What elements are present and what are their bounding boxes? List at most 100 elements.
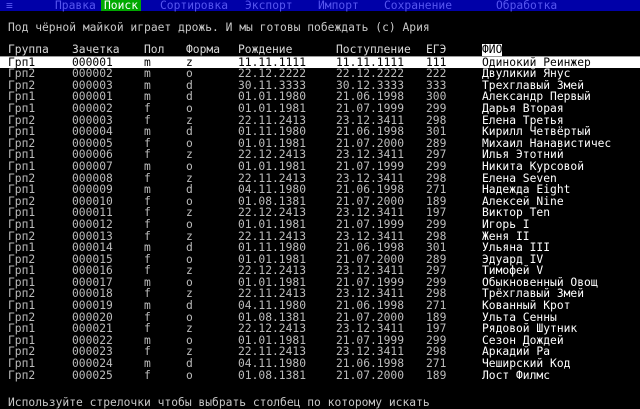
header-enrollment[interactable]: Поступление	[336, 44, 411, 56]
cell-form: o	[186, 368, 193, 382]
cell-group: Грп1	[8, 241, 36, 255]
cell-enrollment: 21.07.1999	[336, 217, 405, 231]
cell-name: Кирилл Четвёртый	[482, 125, 591, 139]
cell-name: Чеширский Код	[482, 357, 571, 371]
cell-form: d	[186, 125, 193, 139]
cell-exam: 301	[426, 125, 447, 139]
table-row[interactable]: Грп1 000014 m d 01.11.1980 21.06.1998 301 Ульян…	[0, 242, 640, 254]
student-table: Группа Зачетка Пол Форма Рождение Поступ…	[0, 44, 640, 381]
cell-exam: 189	[426, 368, 447, 382]
table-row[interactable]: Грп1 000007 m o 01.01.1981 21.07.1999 299 Никит…	[0, 161, 640, 173]
cell-record: 000025	[72, 368, 113, 382]
cell-sex: f	[144, 101, 151, 115]
cell-sex: m	[144, 299, 151, 313]
table-row[interactable]: Грп1 000024 m d 04.11.1980 21.06.1998 271 Чешир…	[0, 358, 640, 370]
header-group[interactable]: Группа	[8, 44, 49, 56]
cell-name: Игорь I	[482, 217, 530, 231]
table-body: Грп1 000001 m z 11.11.1111 11.11.1111 111 Одино…	[0, 56, 640, 382]
menu-item-search[interactable]: Поиск	[101, 0, 142, 11]
table-row[interactable]: Грп1 000002 f o 01.01.1981 21.07.1999 299 Дарья…	[0, 103, 640, 115]
cell-form: d	[186, 299, 193, 313]
menu-bar: ≡ Правка Поиск Сортировка Экспорт Импорт…	[0, 0, 640, 11]
cell-form: o	[186, 101, 193, 115]
menu-item-process[interactable]: Обработка	[496, 0, 557, 11]
table-row[interactable]: Грп1 000019 m d 04.11.1980 21.06.1998 271 Кован…	[0, 300, 640, 312]
cell-enrollment: 21.07.1999	[336, 101, 405, 115]
banner-quote: Под чёрной майкой играет дрожь. И мы гот…	[8, 21, 430, 34]
table-header: Группа Зачетка Пол Форма Рождение Поступ…	[0, 44, 640, 57]
cell-enrollment: 21.06.1998	[336, 357, 405, 371]
table-row[interactable]: Грп1 000004 m d 01.11.1980 21.06.1998 301 Кирил…	[0, 126, 640, 138]
cell-group: Грп1	[8, 217, 36, 231]
header-sex[interactable]: Пол	[144, 44, 164, 56]
cell-name: Никита Курсовой	[482, 159, 585, 173]
cell-name: Дарья Вторая	[482, 101, 564, 115]
cell-record: 000004	[72, 125, 113, 139]
cell-record: 000019	[72, 299, 113, 313]
cell-birth: 01.01.1981	[238, 159, 307, 173]
cell-birth: 01.11.1980	[238, 241, 307, 255]
status-line: Используйте стрелочки чтобы выбрать стол…	[8, 396, 430, 409]
cell-exam: 299	[426, 101, 447, 115]
menu-item-edit[interactable]: Правка	[55, 0, 96, 11]
cell-sex: m	[144, 241, 151, 255]
table-row[interactable]: Грп2 000025 f o 01.08.1381 21.07.2000 189 Лост …	[0, 370, 640, 382]
cell-group: Грп1	[8, 159, 36, 173]
cell-name: Лост Филмс	[482, 368, 551, 382]
cell-sex: m	[144, 159, 151, 173]
cell-birth: 01.01.1981	[238, 101, 307, 115]
menu-item-export[interactable]: Экспорт	[245, 0, 293, 11]
cell-sex: f	[144, 217, 151, 231]
cell-group: Грп1	[8, 101, 36, 115]
table-row[interactable]: Грп1 000012 f o 01.01.1981 21.07.1999 299 Игорь…	[0, 219, 640, 231]
cell-name: Ульяна III	[482, 241, 551, 255]
cell-record: 000024	[72, 357, 113, 371]
cell-exam: 299	[426, 159, 447, 173]
cell-form: o	[186, 159, 193, 173]
header-exam[interactable]: ЕГЭ	[426, 44, 446, 56]
cell-group: Грп1	[8, 357, 36, 371]
cell-record: 000007	[72, 159, 113, 173]
cell-birth: 04.11.1980	[238, 299, 307, 313]
cell-exam: 271	[426, 357, 447, 371]
cell-enrollment: 21.06.1998	[336, 241, 405, 255]
header-name[interactable]: ФИО	[482, 44, 503, 56]
cell-birth: 01.11.1980	[238, 125, 307, 139]
header-form[interactable]: Форма	[186, 44, 220, 56]
cell-birth: 04.11.1980	[238, 183, 307, 197]
cell-record: 000009	[72, 183, 113, 197]
cell-birth: 01.08.1381	[238, 368, 307, 382]
header-birth[interactable]: Рождение	[238, 44, 292, 56]
cell-record: 000014	[72, 241, 113, 255]
cell-exam: 301	[426, 241, 447, 255]
cell-name: Надежда Eight	[482, 183, 571, 197]
header-record[interactable]: Зачетка	[72, 44, 120, 56]
cell-exam: 271	[426, 299, 447, 313]
cell-enrollment: 21.06.1998	[336, 125, 405, 139]
cell-birth: 04.11.1980	[238, 357, 307, 371]
cell-form: d	[186, 183, 193, 197]
cell-group: Грп1	[8, 183, 36, 197]
cell-enrollment: 21.07.1999	[336, 159, 405, 173]
system-menu-icon[interactable]: ≡	[6, 0, 13, 11]
menu-item-save[interactable]: Сохранение	[384, 0, 452, 11]
cell-sex: m	[144, 125, 151, 139]
cell-record: 000012	[72, 217, 113, 231]
cell-name: Кованный Крот	[482, 299, 571, 313]
cell-enrollment: 21.07.2000	[336, 368, 405, 382]
cell-group: Грп2	[8, 368, 36, 382]
cell-birth: 01.01.1981	[238, 217, 307, 231]
menu-item-sort[interactable]: Сортировка	[160, 0, 228, 11]
cell-form: d	[186, 357, 193, 371]
cell-enrollment: 21.06.1998	[336, 183, 405, 197]
cell-form: d	[186, 241, 193, 255]
cell-group: Грп1	[8, 299, 36, 313]
cell-group: Грп1	[8, 125, 36, 139]
table-row[interactable]: Грп1 000009 m d 04.11.1980 21.06.1998 271 Надеж…	[0, 184, 640, 196]
cell-record: 000002	[72, 101, 113, 115]
cell-sex: f	[144, 368, 151, 382]
cell-exam: 271	[426, 183, 447, 197]
menu-item-import[interactable]: Импорт	[318, 0, 359, 11]
cell-sex: m	[144, 357, 151, 371]
cell-sex: m	[144, 183, 151, 197]
